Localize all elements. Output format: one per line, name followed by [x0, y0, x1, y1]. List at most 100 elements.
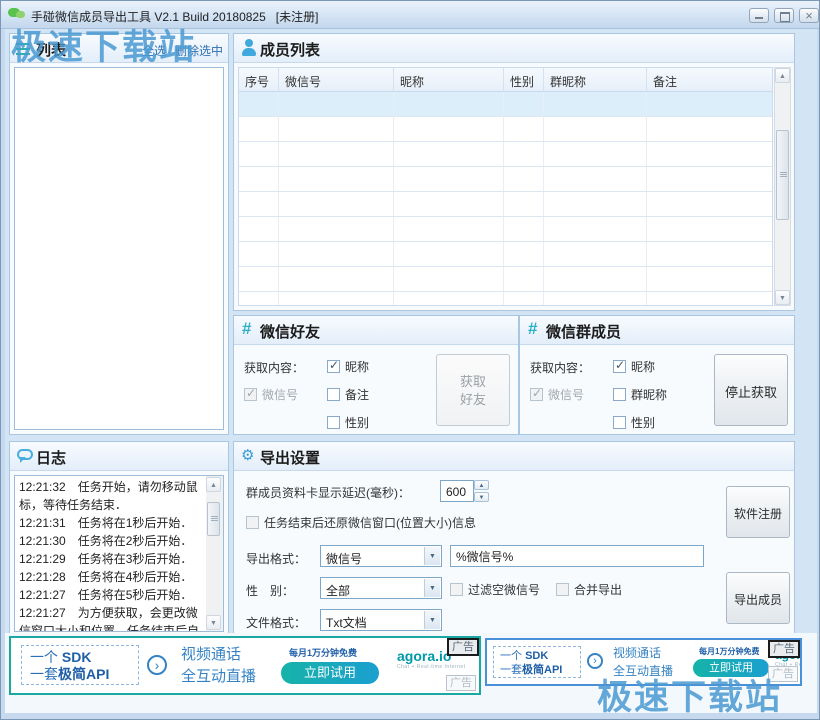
chevron-down-icon[interactable]: ▼ — [424, 579, 440, 597]
chat-bubble-icon — [17, 449, 33, 463]
title-label: 手碰微信成员导出工具 V2.1 Build 20180825 — [31, 10, 266, 24]
list-panel-header: 列表 全选 删除选中 — [10, 34, 228, 63]
table-cell — [239, 267, 279, 291]
scrollbar-thumb[interactable] — [207, 502, 220, 536]
merge-export-checkbox[interactable]: 合并导出 — [556, 581, 622, 599]
column-header[interactable]: 序号 — [239, 68, 279, 91]
filter-empty-checkbox[interactable]: 过滤空微信号 — [450, 581, 540, 599]
checkbox-icon[interactable] — [327, 358, 340, 373]
table-cell — [279, 167, 394, 191]
gender-combobox[interactable]: 全部 ▼ — [320, 577, 442, 599]
minimize-button[interactable] — [749, 8, 769, 23]
ad-cta-button[interactable]: 立即试用 — [693, 659, 769, 677]
wechat-id-checkbox[interactable]: 微信号 — [530, 386, 584, 404]
chevron-down-icon[interactable]: ▼ — [424, 547, 440, 565]
checkbox-icon[interactable] — [613, 416, 626, 429]
column-header[interactable]: 性别 — [504, 68, 544, 91]
ad-sdk-box: 一个 SDK 一套极简API — [493, 646, 581, 678]
member-table-scrollbar[interactable]: ▲ ▼ — [774, 67, 791, 306]
member-panel-header: 成员列表 — [234, 34, 794, 63]
ad-sdk-box: 一个 SDK 一套极简API — [21, 645, 139, 685]
ad-banner[interactable]: 一个 SDK 一套极简API › 视频通话 全互动直播 每月1万分钟免费 立即试… — [485, 638, 802, 686]
log-line: 12:21:31 任务将在1秒后开始． — [19, 516, 193, 530]
table-cell — [647, 267, 772, 291]
wechat-id-checkbox[interactable]: 微信号 — [244, 386, 298, 404]
checkbox-icon[interactable] — [613, 388, 626, 401]
group-panel-header: # 微信群成员 — [520, 316, 794, 345]
log-box[interactable]: 12:21:32 任务开始，请勿移动鼠标，等待任务结束． 12:21:31 任务… — [14, 475, 224, 632]
client-area: 列表 全选 删除选中 成员列表 序号 微信号 昵称 性别 群昵称 备注 ▲ ▼ … — [5, 29, 817, 713]
column-header[interactable]: 群昵称 — [544, 68, 647, 91]
restore-window-checkbox[interactable]: 任务结束后还原微信窗口(位置大小)信息 — [246, 514, 476, 532]
get-friends-button[interactable]: 获取 好友 — [436, 354, 510, 426]
checkbox-icon[interactable] — [556, 583, 569, 596]
export-panel-title: 导出设置 — [260, 450, 321, 467]
table-row — [239, 192, 772, 217]
spin-up-icon[interactable]: ▲ — [474, 480, 489, 490]
log-scrollbar[interactable]: ▲ ▼ — [206, 476, 223, 631]
file-format-combobox[interactable]: Txt文档 ▼ — [320, 609, 442, 631]
group-listbox[interactable] — [14, 67, 224, 430]
table-cell — [239, 167, 279, 191]
hash-icon: # — [528, 319, 538, 338]
log-panel-header: 日志 — [10, 442, 228, 471]
nickname-checkbox[interactable]: 昵称 — [327, 358, 369, 376]
format-template-input[interactable] — [450, 545, 704, 567]
scroll-down-icon[interactable]: ▼ — [206, 615, 221, 630]
chevron-right-icon: › — [147, 655, 167, 675]
checkbox-icon[interactable] — [244, 386, 257, 401]
nickname-checkbox[interactable]: 昵称 — [613, 358, 655, 376]
delete-selected-link[interactable]: 删除选中 — [175, 42, 223, 59]
table-row — [239, 267, 772, 292]
format-combobox[interactable]: 微信号 ▼ — [320, 545, 442, 567]
table-cell — [647, 217, 772, 241]
checkbox-icon[interactable] — [450, 583, 463, 596]
table-row — [239, 217, 772, 242]
friends-panel-title: 微信好友 — [260, 324, 321, 341]
table-cell — [279, 92, 394, 116]
gear-icon: ⚙ — [241, 446, 255, 464]
table-cell — [279, 267, 394, 291]
gender-checkbox[interactable]: 性别 — [613, 414, 655, 432]
maximize-button[interactable] — [774, 8, 794, 23]
checkbox-icon[interactable] — [530, 386, 543, 401]
checkbox-icon[interactable] — [327, 416, 340, 429]
stop-fetch-button[interactable]: 停止获取 — [714, 354, 788, 426]
table-cell — [239, 117, 279, 141]
remark-checkbox[interactable]: 备注 — [327, 386, 369, 404]
chevron-down-icon[interactable]: ▼ — [424, 611, 440, 629]
table-cell — [394, 192, 504, 216]
column-header[interactable]: 备注 — [647, 68, 772, 91]
table-row[interactable] — [239, 92, 772, 117]
table-cell — [394, 292, 504, 305]
table-cell — [647, 117, 772, 141]
table-cell — [647, 92, 772, 116]
column-header[interactable]: 微信号 — [279, 68, 394, 91]
table-cell — [504, 192, 544, 216]
delay-spinner-value[interactable]: 600 — [440, 480, 474, 502]
gender-checkbox[interactable]: 性别 — [327, 414, 369, 432]
close-button[interactable]: × — [799, 8, 819, 23]
checkbox-icon[interactable] — [613, 358, 626, 373]
export-members-button[interactable]: 导出成员 — [726, 572, 790, 624]
app-logo-icon — [8, 7, 26, 22]
register-button[interactable]: 软件注册 — [726, 486, 790, 538]
spin-down-icon[interactable]: ▼ — [474, 492, 489, 502]
table-cell — [504, 242, 544, 266]
column-header[interactable]: 昵称 — [394, 68, 504, 91]
ad-banner[interactable]: 一个 SDK 一套极简API › 视频通话 全互动直播 每月1万分钟免费 立即试… — [9, 636, 481, 695]
scroll-up-icon[interactable]: ▲ — [206, 477, 221, 492]
ad-cta-button[interactable]: 立即试用 — [281, 662, 379, 684]
scroll-up-icon[interactable]: ▲ — [775, 68, 790, 83]
scroll-down-icon[interactable]: ▼ — [775, 290, 790, 305]
select-all-link[interactable]: 全选 — [142, 42, 166, 59]
table-cell — [279, 292, 394, 305]
checkbox-icon[interactable] — [246, 516, 259, 529]
scrollbar-thumb[interactable] — [776, 130, 789, 220]
table-cell — [279, 242, 394, 266]
group-nickname-checkbox[interactable]: 群昵称 — [613, 386, 667, 404]
table-cell — [544, 267, 647, 291]
table-cell — [544, 117, 647, 141]
checkbox-icon[interactable] — [327, 388, 340, 401]
table-cell — [544, 142, 647, 166]
